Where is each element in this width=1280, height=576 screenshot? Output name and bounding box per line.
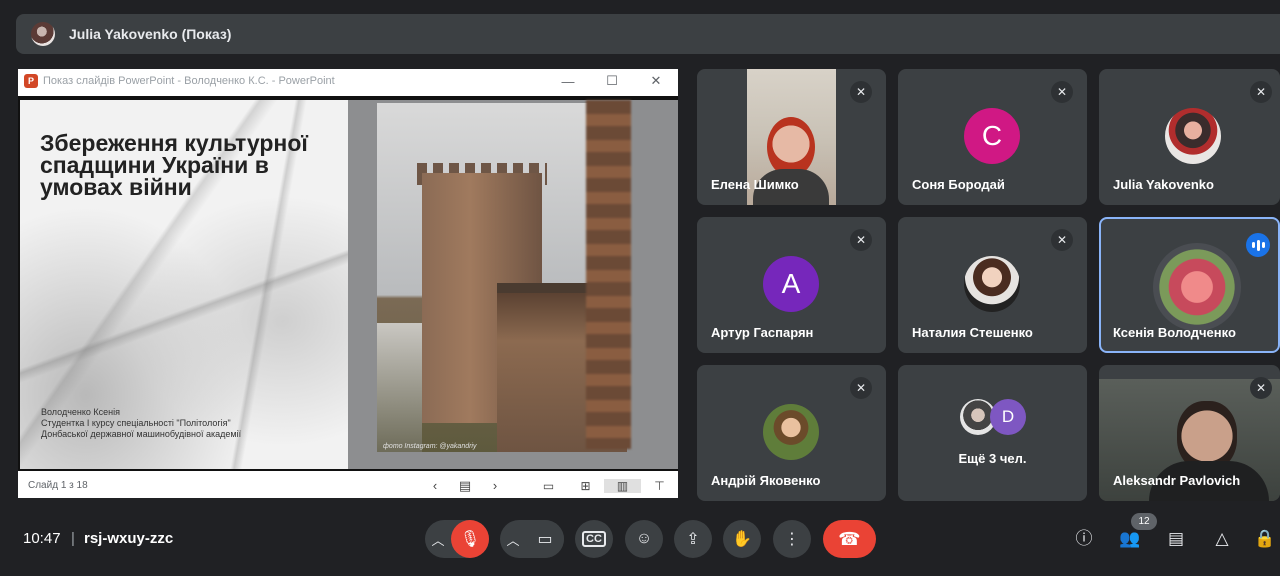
participant-name: Соня Бородай bbox=[912, 177, 1005, 192]
mic-options-chevron-icon[interactable]: ︿ bbox=[425, 530, 451, 549]
separator: | bbox=[71, 530, 75, 547]
participant-name: Елена Шимко bbox=[711, 177, 799, 192]
present-button[interactable]: ⇪ bbox=[674, 520, 712, 558]
raise-hand-button[interactable]: ✋ bbox=[723, 520, 761, 558]
prev-slide-icon[interactable]: ‹ bbox=[420, 478, 450, 494]
activities-icon[interactable]: △ bbox=[1209, 526, 1235, 552]
camera-toggle-button[interactable]: ▭ bbox=[526, 520, 564, 558]
speaking-bar bbox=[1261, 242, 1265, 248]
participant-tile[interactable]: ✕ Aleksandr Pavlovich bbox=[1099, 365, 1280, 501]
mic-off-icon: ✕ bbox=[1051, 229, 1073, 251]
next-slide-icon[interactable]: › bbox=[480, 478, 510, 494]
speaking-bar bbox=[1251, 242, 1255, 248]
presenter-avatar bbox=[31, 22, 55, 46]
photo-bricks bbox=[586, 100, 631, 449]
maximize-icon: ☐ bbox=[606, 73, 618, 88]
captions-icon: CC bbox=[582, 531, 606, 547]
clock: 10:47 bbox=[23, 530, 61, 547]
slideshow-view-icon[interactable]: ⊤ bbox=[641, 479, 678, 493]
avatar: A bbox=[763, 256, 819, 312]
mic-toggle-button[interactable]: 🎙 bbox=[451, 520, 489, 558]
author-line: Володченко Ксенія bbox=[41, 407, 121, 417]
participant-tile[interactable]: ✕ Наталия Стешенко bbox=[898, 217, 1087, 353]
avatar bbox=[763, 404, 819, 460]
more-avatars: D bbox=[960, 399, 1032, 439]
meeting-code: rsj-wxuy-zzc bbox=[84, 530, 174, 547]
participant-name: Артур Гаспарян bbox=[711, 325, 814, 340]
info-icon[interactable]: ⓘ bbox=[1071, 526, 1097, 552]
slide-nav: ‹ ▤ › bbox=[420, 478, 510, 494]
participant-tile[interactable]: ✕ Андрій Яковенко bbox=[697, 365, 886, 501]
speaking-bar bbox=[1256, 239, 1260, 251]
emoji-button[interactable]: ☺ bbox=[625, 520, 663, 558]
participant-name: Ксенія Володченко bbox=[1113, 325, 1236, 340]
ppt-titlebar: P Показ слайдів PowerPoint - Володченко … bbox=[18, 69, 678, 93]
minimize-icon: — bbox=[561, 73, 575, 89]
slide-photo-panel: фото Instagram: @yakandriy bbox=[348, 100, 678, 469]
author-line: Донбаської державної машинобудівної акад… bbox=[41, 429, 242, 439]
author-line: Студентка І курсу спеціальності "Політол… bbox=[41, 418, 231, 428]
mic-off-icon: ✕ bbox=[850, 81, 872, 103]
slide-heading: Збереження культурної спадщини України в… bbox=[40, 130, 308, 200]
powerpoint-logo-icon: P bbox=[24, 74, 38, 88]
mic-off-icon: ✕ bbox=[1051, 81, 1073, 103]
slide-marble-panel: Збереження культурної спадщини України в… bbox=[20, 100, 348, 469]
raise-hand-icon: ✋ bbox=[732, 531, 752, 548]
slide-author: Володченко Ксенія Студентка І курсу спец… bbox=[41, 407, 241, 440]
end-call-button[interactable]: ☎ bbox=[823, 520, 876, 558]
participant-tile[interactable]: ✕ Елена Шимко bbox=[697, 69, 886, 205]
presenter-name: Julia Yakovenko (Показ) bbox=[69, 26, 232, 42]
presenter-bar: Julia Yakovenko (Показ) bbox=[16, 14, 1280, 54]
more-options-icon: ⋮ bbox=[784, 531, 800, 548]
captions-button[interactable]: CC bbox=[575, 520, 613, 558]
avatar: D bbox=[990, 399, 1026, 435]
people-icon[interactable]: 👥 bbox=[1117, 526, 1143, 552]
end-call-icon: ☎ bbox=[838, 528, 861, 549]
participant-tile[interactable]: A ✕ Артур Гаспарян bbox=[697, 217, 886, 353]
host-controls-icon[interactable]: 🔒 bbox=[1253, 526, 1277, 552]
avatar bbox=[1153, 243, 1241, 331]
reading-view-icon[interactable]: ▥ bbox=[604, 478, 641, 493]
avatar: C bbox=[964, 108, 1020, 164]
mic-off-icon: ✕ bbox=[850, 229, 872, 251]
mic-off-icon: ✕ bbox=[1250, 81, 1272, 103]
close-icon: ✕ bbox=[650, 73, 662, 88]
slide-notes-icon[interactable]: ▤ bbox=[450, 478, 480, 494]
ppt-window-title: Показ слайдів PowerPoint - Володченко К.… bbox=[43, 75, 335, 87]
participant-tile[interactable]: C ✕ Соня Бородай bbox=[898, 69, 1087, 205]
ppt-statusbar: Слайд 1 з 18 ‹ ▤ › ▭ ⊞ ▥ ⊤ bbox=[18, 473, 678, 498]
normal-view-icon[interactable]: ▭ bbox=[530, 479, 567, 493]
avatar bbox=[1165, 108, 1221, 164]
mic-off-icon: 🎙 bbox=[459, 531, 481, 548]
participant-name: Julia Yakovenko bbox=[1113, 177, 1214, 192]
more-options-button[interactable]: ⋮ bbox=[773, 520, 811, 558]
camera-icon: ▭ bbox=[537, 531, 553, 548]
photo-caption: фото Instagram: @yakandriy bbox=[383, 443, 477, 450]
camera-options-chevron-icon[interactable]: ︿ bbox=[500, 530, 526, 549]
view-switcher: ▭ ⊞ ▥ ⊤ bbox=[530, 478, 678, 493]
more-participants-label: Ещё 3 чел. bbox=[958, 451, 1027, 466]
video-face bbox=[767, 117, 815, 177]
present-screen-icon: ⇪ bbox=[686, 531, 700, 548]
slide: Збереження культурної спадщини України в… bbox=[18, 96, 678, 471]
avatar bbox=[964, 256, 1020, 312]
participant-name: Андрій Яковенко bbox=[711, 473, 821, 488]
mic-control-group: ︿ 🎙 bbox=[425, 520, 489, 558]
bottom-bar: 10:47 | rsj-wxuy-zzc ︿ 🎙 ︿ ▭ CC ☺ ⇪ ✋ ⋮ … bbox=[0, 512, 1280, 568]
participant-tile-speaking[interactable]: Ксенія Володченко bbox=[1099, 217, 1280, 353]
camera-control-group: ︿ ▭ bbox=[500, 520, 564, 558]
sorter-view-icon[interactable]: ⊞ bbox=[567, 479, 604, 493]
shared-presentation: P Показ слайдів PowerPoint - Володченко … bbox=[18, 69, 678, 498]
mic-off-icon: ✕ bbox=[850, 377, 872, 399]
participant-name: Наталия Стешенко bbox=[912, 325, 1033, 340]
slide-counter: Слайд 1 з 18 bbox=[28, 480, 88, 491]
mic-off-icon: ✕ bbox=[1250, 377, 1272, 399]
photo-building bbox=[377, 323, 422, 452]
chat-icon[interactable]: ▤ bbox=[1163, 526, 1189, 552]
speaking-indicator-icon bbox=[1246, 233, 1270, 257]
participant-name: Aleksandr Pavlovich bbox=[1113, 473, 1241, 488]
more-participants-tile[interactable]: D Ещё 3 чел. bbox=[898, 365, 1087, 501]
emoji-icon: ☺ bbox=[635, 530, 653, 547]
participant-tile[interactable]: ✕ Julia Yakovenko bbox=[1099, 69, 1280, 205]
